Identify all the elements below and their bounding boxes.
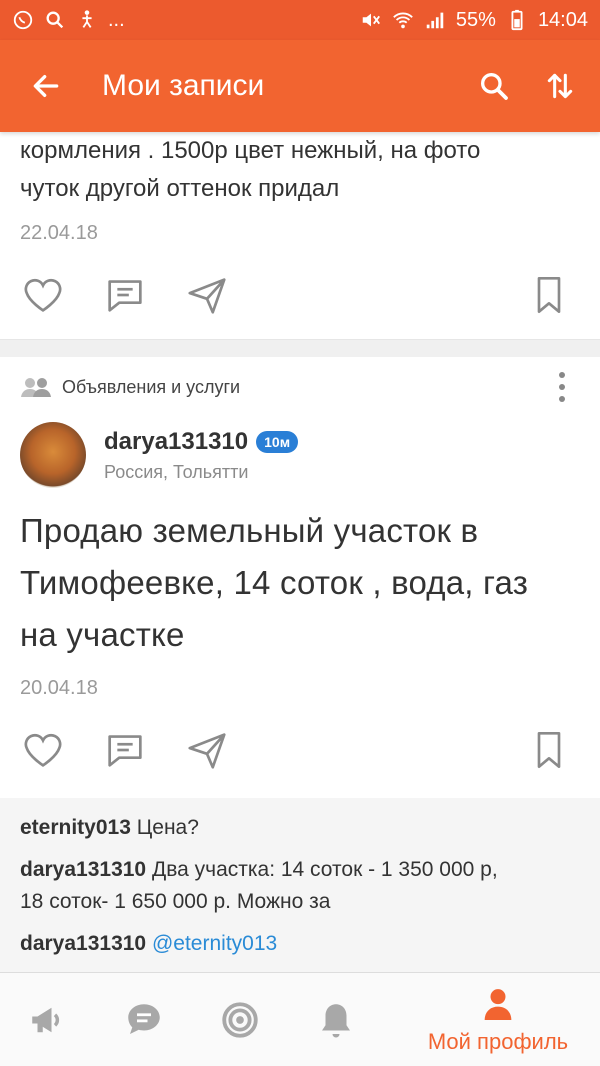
accessibility-icon [82, 10, 92, 28]
viber-icon [13, 10, 33, 30]
nav-notifications[interactable] [288, 999, 384, 1041]
nav-discussions[interactable] [192, 999, 288, 1041]
post-1-text-line: кормления . 1500р цвет нежный, на фото [20, 137, 481, 164]
post-2: Объявления и услуги darya131310 10м Росс… [0, 359, 600, 980]
search-icon [481, 73, 508, 100]
post-2-text-line: Продаю земельный участок в [20, 512, 479, 549]
post-2-text-line: на участке [20, 616, 185, 653]
comment-author[interactable]: darya131310 [20, 858, 146, 881]
send-icon [188, 278, 226, 314]
more-options-button[interactable] [550, 372, 574, 402]
author-name[interactable]: darya131310 [104, 428, 248, 456]
back-button[interactable] [18, 58, 74, 114]
target-icon [222, 1001, 258, 1038]
comment-button[interactable] [102, 727, 148, 773]
arrow-left-icon [33, 75, 59, 97]
comment-author[interactable]: darya131310 [20, 932, 146, 955]
post-2-group[interactable]: Объявления и услуги [0, 359, 600, 415]
search-button[interactable] [472, 64, 516, 108]
post-2-author[interactable]: darya131310 10м Россия, Тольятти [0, 415, 600, 495]
comment-button[interactable] [102, 272, 148, 318]
nav-profile[interactable]: Мой профиль [398, 985, 598, 1055]
feed: кормления . 1500р цвет нежный, на фото ч… [0, 132, 600, 980]
mute-icon [362, 13, 380, 27]
sort-arrows-icon [547, 73, 573, 99]
send-icon [188, 733, 226, 769]
search-status-icon [46, 11, 64, 29]
battery-percent: 55% [455, 8, 496, 31]
profile-icon [484, 988, 512, 1020]
like-button[interactable] [20, 272, 66, 318]
share-button[interactable] [184, 272, 230, 318]
post-1-text: кормления . 1500р цвет нежный, на фото ч… [0, 132, 600, 208]
more-dot [559, 372, 565, 378]
author-location: Россия, Тольятти [104, 461, 249, 482]
comment[interactable]: darya131310 @eternity013 [20, 928, 580, 960]
avatar[interactable] [20, 422, 86, 488]
app-bar: Мои записи [0, 40, 600, 132]
comment-mention[interactable]: @eternity013 [152, 932, 277, 955]
bookmark-icon [537, 277, 561, 313]
more-dot [559, 396, 565, 402]
bottom-nav: Мой профиль [0, 972, 600, 1066]
post-2-date: 20.04.18 [20, 677, 98, 699]
status-bar: ... 55% 14:04 [0, 0, 600, 40]
post-1-date: 22.04.18 [20, 222, 98, 244]
wifi-icon [393, 12, 413, 29]
comment-text-continued: 18 соток- 1 650 000 р. Можно за [20, 890, 331, 913]
page-title: Мои записи [102, 69, 265, 102]
heart-icon [24, 733, 62, 767]
nav-profile-label: Мой профиль [427, 1028, 569, 1054]
bookmark-button[interactable] [526, 727, 572, 773]
more-dot [559, 384, 565, 390]
comment[interactable]: darya131310 Два участка: 14 соток - 1 35… [20, 854, 580, 918]
post-separator [0, 339, 600, 357]
post-1-text-line: чуток другой оттенок придал [20, 175, 340, 202]
bookmark-button[interactable] [526, 272, 572, 318]
post-2-text-line: Тимофеевке, 14 соток , вода, газ [20, 564, 529, 601]
comment[interactable]: eternity013 Цена? [20, 812, 580, 844]
post-1: кормления . 1500р цвет нежный, на фото ч… [0, 132, 600, 325]
like-button[interactable] [20, 727, 66, 773]
megaphone-icon [32, 1007, 60, 1032]
clock: 14:04 [537, 8, 588, 31]
battery-icon [511, 9, 523, 31]
group-name: Объявления и услуги [62, 376, 241, 397]
share-button[interactable] [184, 727, 230, 773]
nav-messages[interactable] [96, 999, 192, 1041]
post-1-actions [0, 265, 600, 325]
time-badge: 10м [256, 430, 299, 453]
post-2-text: Продаю земельный участок в Тимофеевке, 1… [0, 495, 600, 661]
comment-text: Цена? [136, 816, 199, 839]
post-2-actions [0, 720, 600, 780]
bookmark-icon [537, 732, 561, 768]
bell-icon [322, 1003, 350, 1037]
comment-author[interactable]: eternity013 [20, 816, 131, 839]
status-more: ... [108, 8, 125, 31]
comments-section: eternity013 Цена? darya131310 Два участк… [0, 798, 600, 980]
comment-text: Два участка: 14 соток - 1 350 000 р, [151, 858, 498, 881]
nav-events[interactable] [0, 999, 96, 1041]
group-icon [21, 378, 51, 397]
chat-icon [128, 1003, 160, 1034]
comment-icon [108, 735, 142, 767]
signal-icon [426, 12, 444, 29]
sort-button[interactable] [538, 64, 582, 108]
heart-icon [24, 278, 62, 312]
comment-icon [108, 280, 142, 312]
